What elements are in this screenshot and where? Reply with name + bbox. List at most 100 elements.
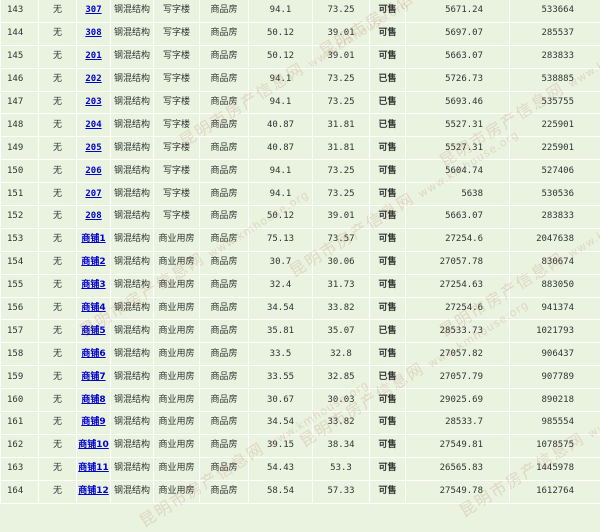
status-badge: 可售 <box>370 137 406 160</box>
status-badge: 可售 <box>370 434 406 457</box>
room-link[interactable]: 商铺6 <box>81 349 105 359</box>
inner-area-cell: 73.25 <box>313 91 370 114</box>
structure-cell: 钢混结构 <box>111 68 154 91</box>
room-cell: 商铺4 <box>77 297 111 320</box>
inner-area-cell: 73.25 <box>313 68 370 91</box>
status-badge: 已售 <box>370 114 406 137</box>
row-number-cell: 150 <box>1 160 39 183</box>
unit-price-cell: 5638 <box>406 183 510 206</box>
room-cell: 208 <box>77 206 111 229</box>
built-area-cell: 39.15 <box>249 434 313 457</box>
row-number-cell: 157 <box>1 320 39 343</box>
status-badge: 可售 <box>370 412 406 435</box>
status-badge: 可售 <box>370 457 406 480</box>
built-area-cell: 50.12 <box>249 22 313 45</box>
room-link[interactable]: 商铺2 <box>81 257 105 267</box>
usage-cell: 商业用房 <box>154 251 200 274</box>
unit-price-cell: 5604.74 <box>406 160 510 183</box>
total-price-cell: 890218 <box>510 389 600 412</box>
row-number-cell: 149 <box>1 137 39 160</box>
room-link[interactable]: 204 <box>85 120 101 130</box>
room-link[interactable]: 308 <box>85 28 101 38</box>
room-link[interactable]: 商铺1 <box>81 234 105 244</box>
table-row: 150无206钢混结构写字楼商品房94.173.25可售5604.7452740… <box>1 160 600 183</box>
room-link[interactable]: 商铺3 <box>81 280 105 290</box>
room-cell: 201 <box>77 45 111 68</box>
row-number-cell: 145 <box>1 45 39 68</box>
total-price-cell: 283833 <box>510 45 600 68</box>
usage-cell: 商业用房 <box>154 228 200 251</box>
property-type-cell: 商品房 <box>200 366 249 389</box>
row-number-cell: 147 <box>1 91 39 114</box>
unit-table: 143无307钢混结构写字楼商品房94.173.25可售5671.2453366… <box>0 0 600 504</box>
usage-cell: 写字楼 <box>154 114 200 137</box>
mortgage-cell: 无 <box>39 160 77 183</box>
usage-cell: 商业用房 <box>154 274 200 297</box>
room-link[interactable]: 商铺12 <box>78 486 109 496</box>
built-area-cell: 32.4 <box>249 274 313 297</box>
row-number-cell: 153 <box>1 228 39 251</box>
structure-cell: 钢混结构 <box>111 0 154 22</box>
inner-area-cell: 73.25 <box>313 0 370 22</box>
room-link[interactable]: 商铺4 <box>81 303 105 313</box>
built-area-cell: 33.5 <box>249 343 313 366</box>
built-area-cell: 30.67 <box>249 389 313 412</box>
property-type-cell: 商品房 <box>200 251 249 274</box>
built-area-cell: 94.1 <box>249 160 313 183</box>
room-link[interactable]: 商铺8 <box>81 395 105 405</box>
room-link[interactable]: 商铺7 <box>81 372 105 382</box>
structure-cell: 钢混结构 <box>111 457 154 480</box>
property-type-cell: 商品房 <box>200 137 249 160</box>
structure-cell: 钢混结构 <box>111 412 154 435</box>
inner-area-cell: 39.01 <box>313 22 370 45</box>
unit-price-cell: 27057.79 <box>406 366 510 389</box>
structure-cell: 钢混结构 <box>111 274 154 297</box>
room-link[interactable]: 203 <box>85 97 101 107</box>
room-link[interactable]: 207 <box>85 189 101 199</box>
inner-area-cell: 33.82 <box>313 412 370 435</box>
status-badge: 可售 <box>370 297 406 320</box>
total-price-cell: 906437 <box>510 343 600 366</box>
built-area-cell: 33.55 <box>249 366 313 389</box>
built-area-cell: 35.81 <box>249 320 313 343</box>
room-link[interactable]: 商铺11 <box>78 463 109 473</box>
room-link[interactable]: 201 <box>85 51 101 61</box>
inner-area-cell: 31.73 <box>313 274 370 297</box>
table-row: 143无307钢混结构写字楼商品房94.173.25可售5671.2453366… <box>1 0 600 22</box>
table-row: 160无商铺8钢混结构商业用房商品房30.6730.03可售29025.6989… <box>1 389 600 412</box>
structure-cell: 钢混结构 <box>111 183 154 206</box>
usage-cell: 写字楼 <box>154 68 200 91</box>
room-link[interactable]: 307 <box>85 5 101 15</box>
room-link[interactable]: 202 <box>85 74 101 84</box>
row-number-cell: 164 <box>1 480 39 503</box>
room-link[interactable]: 商铺5 <box>81 326 105 336</box>
table-row: 154无商铺2钢混结构商业用房商品房30.730.06可售27057.78830… <box>1 251 600 274</box>
unit-price-cell: 27549.81 <box>406 434 510 457</box>
mortgage-cell: 无 <box>39 434 77 457</box>
usage-cell: 写字楼 <box>154 160 200 183</box>
table-row: 164无商铺12钢混结构商业用房商品房58.5457.33可售27549.781… <box>1 480 600 503</box>
room-link[interactable]: 208 <box>85 211 101 221</box>
room-link[interactable]: 205 <box>85 143 101 153</box>
room-link[interactable]: 206 <box>85 166 101 176</box>
unit-price-cell: 27057.78 <box>406 251 510 274</box>
room-link[interactable]: 商铺9 <box>81 417 105 427</box>
room-link[interactable]: 商铺10 <box>78 440 109 450</box>
total-price-cell: 941374 <box>510 297 600 320</box>
property-type-cell: 商品房 <box>200 183 249 206</box>
built-area-cell: 75.13 <box>249 228 313 251</box>
room-cell: 商铺10 <box>77 434 111 457</box>
row-number-cell: 154 <box>1 251 39 274</box>
property-type-cell: 商品房 <box>200 68 249 91</box>
room-cell: 商铺5 <box>77 320 111 343</box>
built-area-cell: 50.12 <box>249 45 313 68</box>
built-area-cell: 40.87 <box>249 114 313 137</box>
built-area-cell: 94.1 <box>249 68 313 91</box>
property-type-cell: 商品房 <box>200 114 249 137</box>
status-badge: 可售 <box>370 206 406 229</box>
mortgage-cell: 无 <box>39 343 77 366</box>
inner-area-cell: 33.82 <box>313 297 370 320</box>
built-area-cell: 40.87 <box>249 137 313 160</box>
inner-area-cell: 35.07 <box>313 320 370 343</box>
row-number-cell: 146 <box>1 68 39 91</box>
